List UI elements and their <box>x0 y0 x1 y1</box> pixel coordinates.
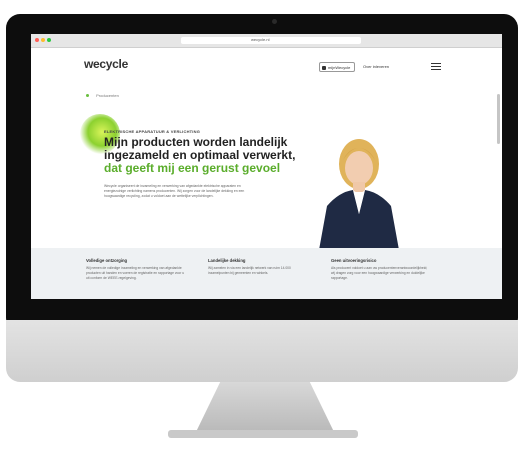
breadcrumb-current[interactable]: Producenten <box>96 93 119 98</box>
monitor-stand <box>195 382 335 434</box>
feature-card: Landelijke dekking Wij zamelen in via ee… <box>208 258 308 276</box>
menu-icon[interactable] <box>431 63 441 71</box>
woman-portrait-image <box>319 139 399 250</box>
feature-title: Geen uitvoeringsrisico <box>331 258 377 263</box>
hero-intro: Wecycle organiseert de inzameling en ver… <box>104 184 245 199</box>
site-header: wecycle mijnWecycle Over inleveren <box>31 48 502 86</box>
hero-eyebrow: ELEKTRISCHE APPARATUUR & VERLICHTING <box>104 129 201 134</box>
page-scrollbar[interactable] <box>497 94 500 144</box>
browser-window: wecycle.nl wecycle mijnWecycle Over inle… <box>31 34 502 299</box>
close-window-button[interactable] <box>35 38 39 42</box>
feature-text: Wij zamelen in via een landelijk netwerk… <box>208 266 291 275</box>
feature-text: Wij nemen de volledige inzameling en ver… <box>86 266 185 280</box>
feature-card: Geen uitvoeringsrisico Als producent vol… <box>331 258 431 281</box>
home-icon[interactable] <box>86 94 89 98</box>
feature-title: Landelijke dekking <box>208 258 246 263</box>
over-inleveren-link[interactable]: Over inleveren <box>363 64 389 69</box>
feature-card: Volledige ontzorging Wij nemen de volled… <box>86 258 186 281</box>
feature-title: Volledige ontzorging <box>86 258 128 263</box>
user-icon <box>322 66 326 70</box>
maximize-window-button[interactable] <box>47 38 51 42</box>
feature-text: Als producent voldoet u aan uw producent… <box>331 266 428 280</box>
monitor-chin <box>6 320 518 382</box>
mijnwecycle-button[interactable]: mijnWecycle <box>319 62 355 72</box>
hero-headline: Mijn producten worden landelijk ingezame… <box>104 136 344 175</box>
monitor-base <box>168 430 358 438</box>
wecycle-logo[interactable]: wecycle <box>84 57 128 71</box>
headline-green: dat geeft mij een gerust gevoel <box>104 161 281 175</box>
address-bar-url: wecycle.nl <box>251 37 270 42</box>
breadcrumb: Producenten <box>86 93 119 98</box>
browser-toolbar: wecycle.nl <box>31 34 502 48</box>
camera-icon <box>272 19 277 24</box>
address-bar[interactable]: wecycle.nl <box>181 37 361 44</box>
minimize-window-button[interactable] <box>41 38 45 42</box>
mijnwecycle-label: mijnWecycle <box>328 65 351 70</box>
features-section: Volledige ontzorging Wij nemen de volled… <box>31 248 502 299</box>
